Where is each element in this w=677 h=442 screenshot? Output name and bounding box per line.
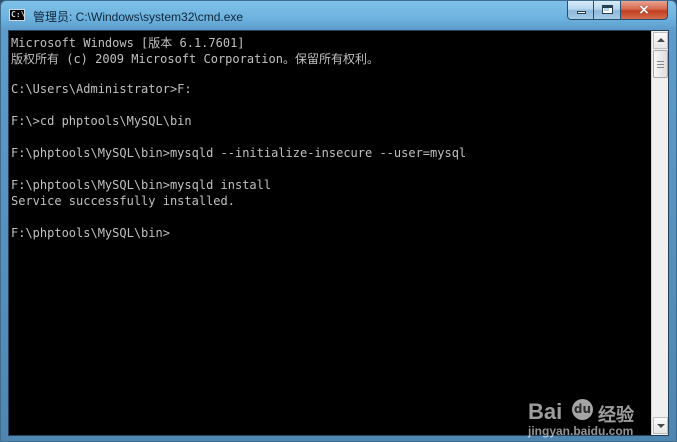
console-area[interactable]: Microsoft Windows [版本 6.1.7601] 版权所有 (c)… xyxy=(8,30,669,438)
console-output[interactable]: Microsoft Windows [版本 6.1.7601] 版权所有 (c)… xyxy=(9,31,652,435)
console-line: 版权所有 (c) 2009 Microsoft Corporation。保留所有… xyxy=(11,52,379,66)
chevron-up-icon xyxy=(657,38,665,42)
cmd-window: C:\ 管理员: C:\Windows\system32\cmd.exe × M… xyxy=(0,0,677,442)
console-line: C:\Users\Administrator>F: xyxy=(11,82,192,96)
console-line: F:\phptools\MySQL\bin>mysqld install xyxy=(11,178,272,192)
grip-line-icon xyxy=(657,64,664,65)
console-line: Microsoft Windows [版本 6.1.7601] xyxy=(11,36,245,50)
close-button[interactable]: × xyxy=(621,1,668,20)
paw-icon: du xyxy=(572,399,593,420)
minimize-button[interactable] xyxy=(567,1,594,20)
watermark-url: jingyan.baidu.com xyxy=(528,424,634,438)
console-line: F:\phptools\MySQL\bin>mysqld --initializ… xyxy=(11,146,467,160)
minimize-icon xyxy=(577,11,586,14)
cmd-icon[interactable]: C:\ xyxy=(9,9,25,21)
baidu-jingyan-watermark: Bai du 经验 jingyan.baidu.com xyxy=(525,398,651,440)
chevron-down-icon xyxy=(657,424,665,428)
close-icon: × xyxy=(638,2,650,18)
maximize-icon xyxy=(602,5,613,14)
maximize-button[interactable] xyxy=(594,1,621,20)
watermark-brand: Bai xyxy=(528,399,563,424)
console-line: F:\>cd phptools\MySQL\bin xyxy=(11,114,192,128)
console-line: Service successfully installed. xyxy=(11,194,235,208)
console-prompt-line[interactable]: F:\phptools\MySQL\bin> xyxy=(11,226,652,242)
grip-line-icon xyxy=(657,67,664,68)
scroll-up-button[interactable] xyxy=(653,32,668,49)
title-bar[interactable]: C:\ 管理员: C:\Windows\system32\cmd.exe × xyxy=(1,1,676,30)
scroll-down-button[interactable] xyxy=(653,417,668,434)
grip-line-icon xyxy=(657,61,664,62)
window-title: 管理员: C:\Windows\system32\cmd.exe xyxy=(33,10,244,24)
scrollbar-thumb[interactable] xyxy=(653,50,668,78)
vertical-scrollbar[interactable] xyxy=(651,31,668,435)
window-controls: × xyxy=(567,1,668,20)
